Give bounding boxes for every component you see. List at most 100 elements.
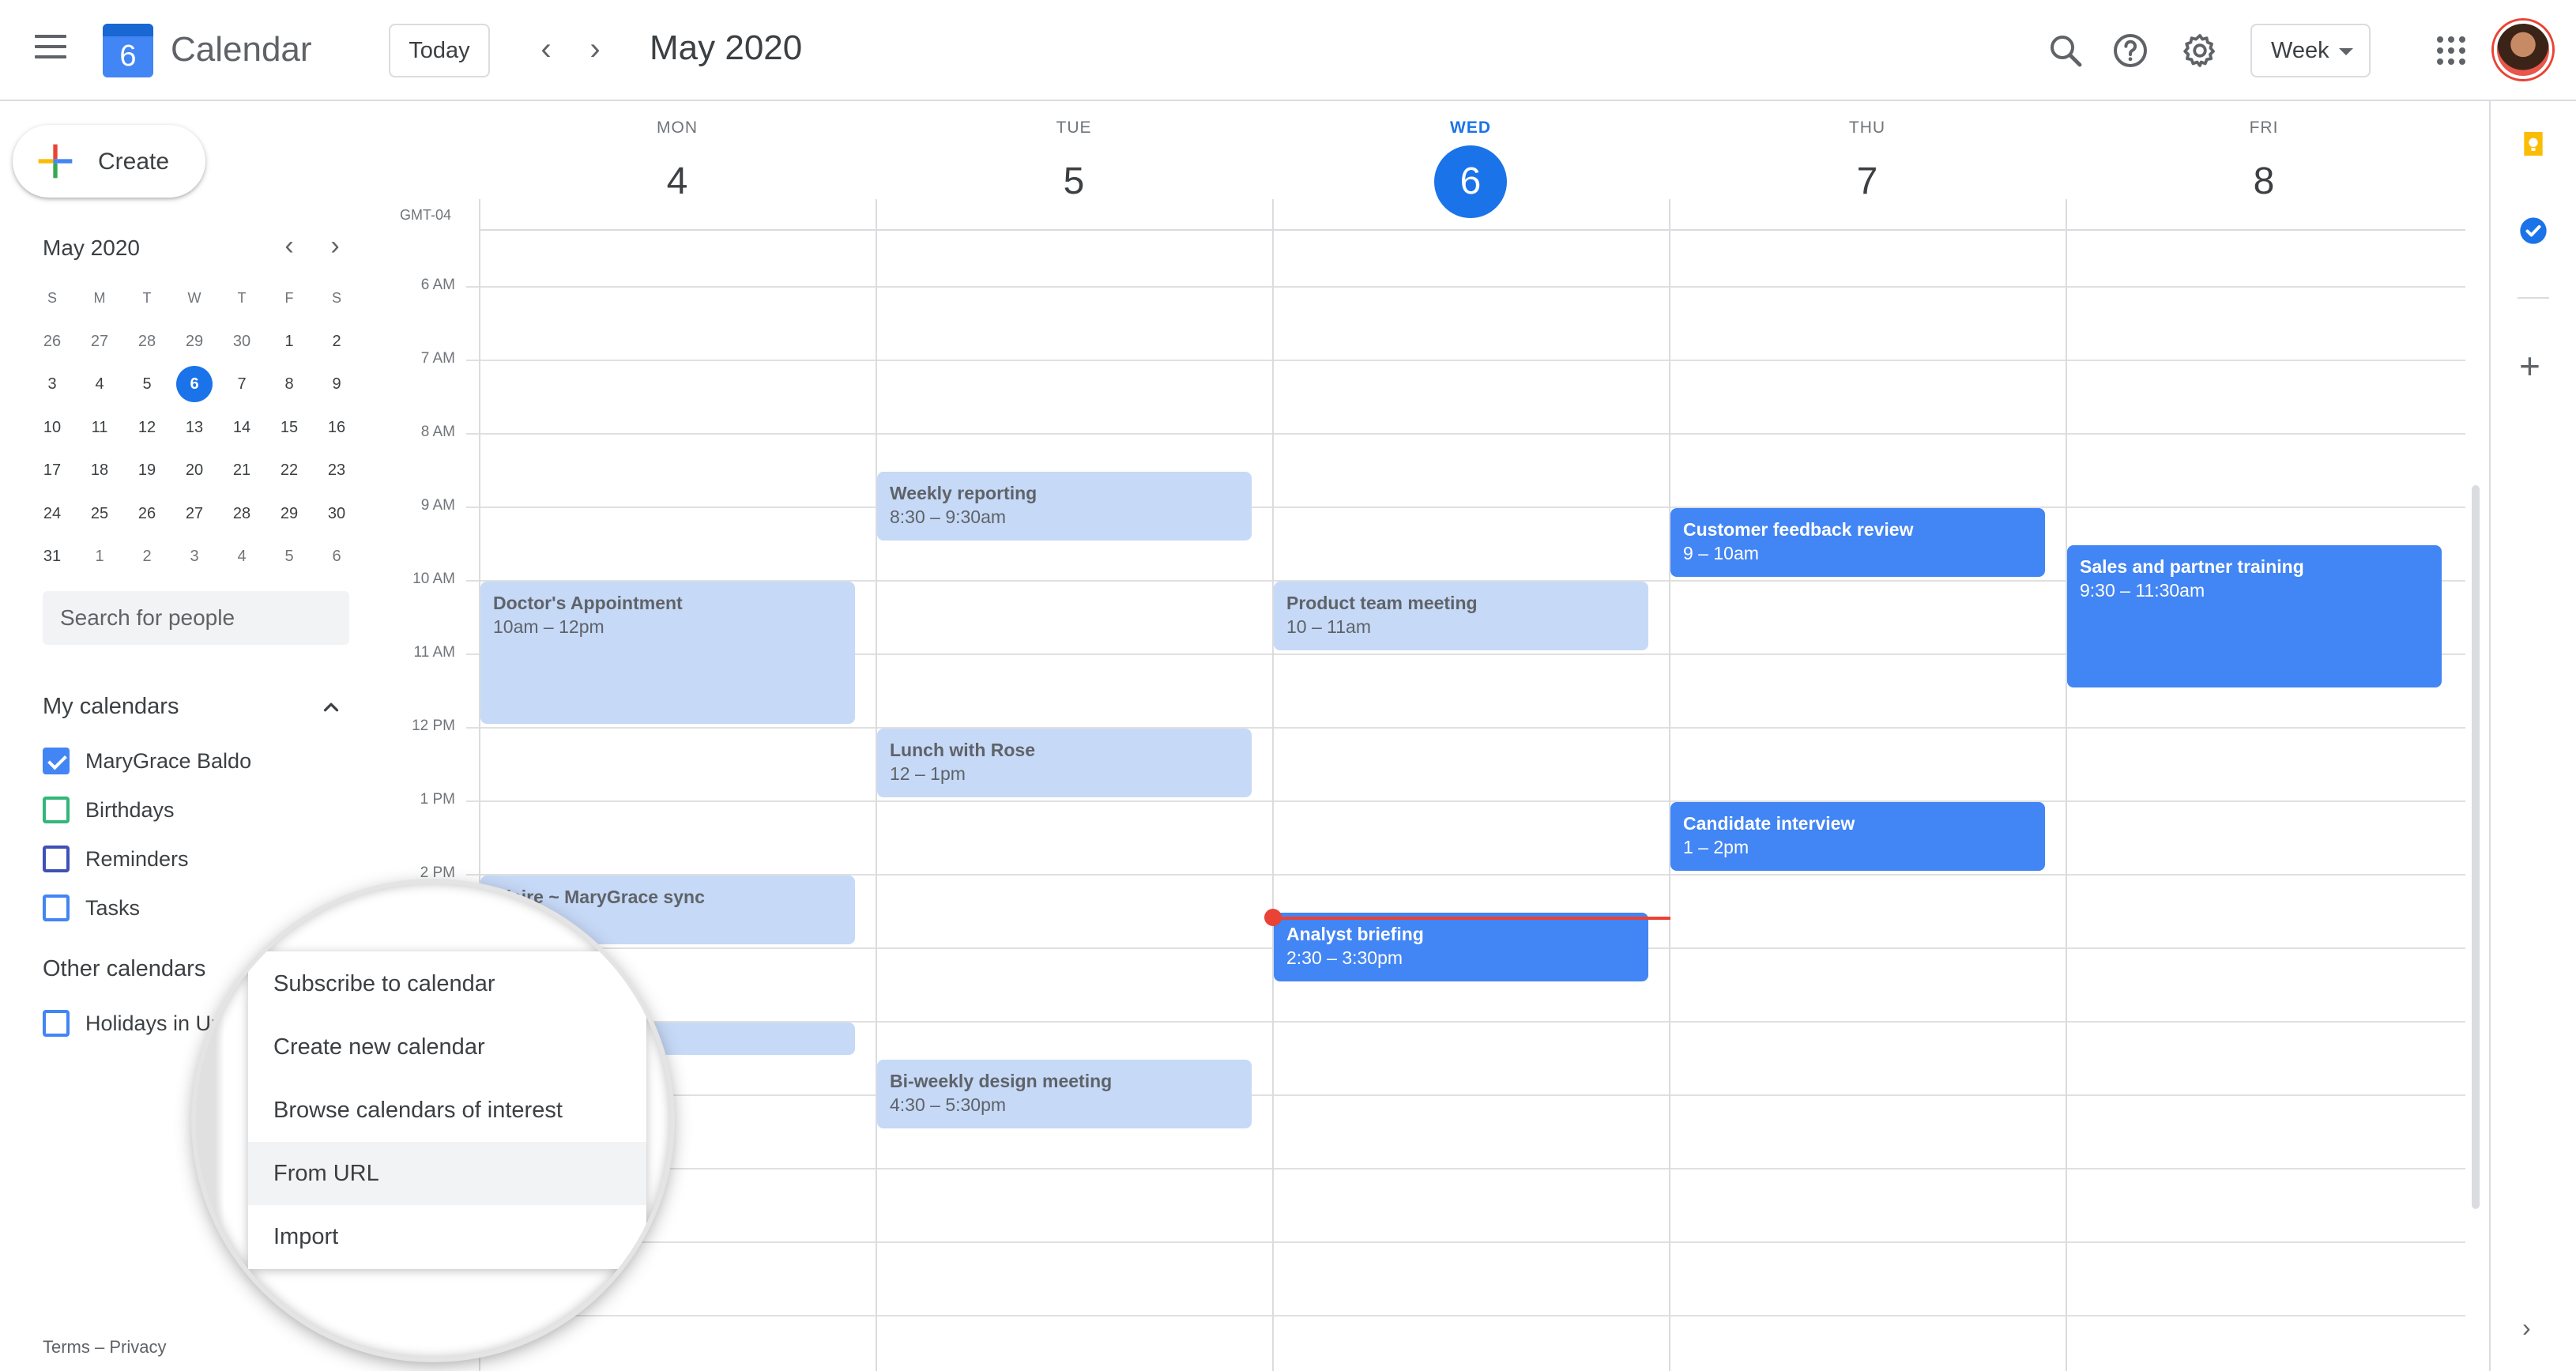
day-number[interactable]: 5 (1038, 145, 1110, 218)
day-name: TUE (1056, 119, 1092, 137)
calendar-checkbox[interactable] (43, 1010, 70, 1037)
mini-calendar-day[interactable]: 20 (171, 449, 218, 492)
mini-calendar-day[interactable]: 5 (266, 535, 313, 578)
calendar-event[interactable]: Lunch with Rose 12 – 1pm (877, 729, 1252, 797)
event-time: 10 – 11am (1286, 616, 1371, 637)
mini-calendar-day[interactable]: 21 (218, 449, 266, 492)
mini-calendar-day[interactable]: 4 (218, 535, 266, 578)
mini-calendar-day[interactable]: 3 (28, 363, 76, 406)
mini-calendar-next-button[interactable]: › (319, 231, 351, 262)
mini-calendar-day[interactable]: 28 (218, 492, 266, 536)
mini-calendar-day[interactable]: 14 (218, 406, 266, 450)
mini-calendar-day[interactable]: 18 (76, 449, 123, 492)
mini-calendar-day[interactable]: 19 (123, 449, 171, 492)
create-button[interactable]: Create (13, 125, 205, 198)
mini-calendar-day[interactable]: 5 (123, 363, 171, 406)
search-icon[interactable] (2047, 32, 2085, 70)
menu-item[interactable]: Import (248, 1205, 646, 1268)
mini-calendar-day[interactable]: 6 (171, 363, 218, 406)
calendar-checkbox[interactable] (43, 797, 70, 823)
chevron-up-icon[interactable] (319, 695, 343, 719)
my-calendars-heading[interactable]: My calendars (43, 694, 179, 720)
mini-calendar-day[interactable]: 7 (218, 363, 266, 406)
day-number[interactable]: 7 (1831, 145, 1904, 218)
menu-item[interactable]: Browse calendars of interest (248, 1079, 646, 1142)
search-people-input[interactable] (43, 591, 349, 645)
mini-calendar-day[interactable]: 8 (266, 363, 313, 406)
mini-calendar-weekday: T (237, 290, 247, 306)
calendar-event[interactable]: Product team meeting 10 – 11am (1274, 582, 1648, 650)
previous-week-button[interactable]: ‹ (526, 30, 566, 70)
next-week-button[interactable]: › (575, 30, 615, 70)
calendar-checkbox[interactable] (43, 895, 70, 921)
mini-calendar-day[interactable]: 24 (28, 492, 76, 536)
add-addon-icon[interactable]: + (2519, 348, 2540, 384)
mini-calendar-day-number: 28 (232, 504, 251, 522)
mini-calendar-day[interactable]: 30 (218, 320, 266, 363)
mini-calendar-day[interactable]: 30 (313, 492, 360, 536)
mini-calendar-day[interactable]: 27 (76, 320, 123, 363)
mini-calendar-day[interactable]: 11 (76, 406, 123, 450)
mini-calendar-day[interactable]: 13 (171, 406, 218, 450)
day-header: WED 6 (1272, 119, 1669, 218)
apps-grid-icon[interactable] (2437, 36, 2465, 65)
expand-panel-icon[interactable]: › (2522, 1313, 2531, 1343)
mini-calendar-grid: S M T W T F S 26 27 28 29 30 1 2 3 4 5 6 7 8 9 10 11 12 13 14 15 16… (28, 277, 360, 578)
calendar-checkbox[interactable] (43, 846, 70, 872)
mini-calendar-day[interactable]: 15 (266, 406, 313, 450)
mini-calendar-day[interactable]: 2 (313, 320, 360, 363)
mini-calendar-day-number: 19 (137, 461, 156, 479)
scrollbar[interactable] (2472, 485, 2480, 1209)
calendar-checkbox[interactable] (43, 748, 70, 774)
help-icon[interactable] (2111, 32, 2149, 70)
mini-calendar-day[interactable]: 6 (313, 535, 360, 578)
mini-calendar-day[interactable]: 2 (123, 535, 171, 578)
tasks-icon[interactable] (2518, 215, 2549, 247)
mini-calendar-day[interactable]: 17 (28, 449, 76, 492)
mini-calendar-day[interactable]: 31 (28, 535, 76, 578)
mini-calendar-day[interactable]: 3 (171, 535, 218, 578)
calendar-event[interactable]: Bi-weekly design meeting 4:30 – 5:30pm (877, 1059, 1252, 1128)
mini-calendar-day[interactable]: 26 (28, 320, 76, 363)
mini-calendar-day[interactable]: 4 (76, 363, 123, 406)
calendar-logo[interactable]: 6 (103, 24, 153, 77)
today-button[interactable]: Today (389, 24, 490, 77)
mini-calendar-prev-button[interactable]: ‹ (273, 231, 305, 262)
menu-item[interactable]: From URL (248, 1142, 646, 1205)
day-number[interactable]: 8 (2228, 145, 2300, 218)
account-avatar[interactable] (2494, 21, 2552, 79)
day-number[interactable]: 4 (641, 145, 714, 218)
mini-calendar-day-number: 23 (327, 461, 346, 479)
app-title[interactable]: Calendar (171, 30, 312, 70)
event-title: Doctor's Appointment (493, 593, 683, 613)
calendar-event[interactable]: Customer feedback review 9 – 10am (1670, 508, 2045, 577)
calendar-event[interactable]: Analyst briefing 2:30 – 3:30pm (1274, 912, 1648, 981)
mini-calendar-day[interactable]: 29 (171, 320, 218, 363)
mini-calendar-day[interactable]: 1 (76, 535, 123, 578)
mini-calendar-day[interactable]: 10 (28, 406, 76, 450)
menu-item[interactable]: Create new calendar (248, 1015, 646, 1079)
mini-calendar-day[interactable]: 29 (266, 492, 313, 536)
mini-calendar-day[interactable]: 22 (266, 449, 313, 492)
terms-privacy-links[interactable]: Terms – Privacy (43, 1337, 166, 1358)
view-selector[interactable]: Week (2250, 24, 2371, 77)
menu-icon[interactable] (35, 35, 66, 66)
calendar-event[interactable]: Sales and partner training 9:30 – 11:30am (2067, 544, 2442, 687)
mini-calendar-day[interactable]: 12 (123, 406, 171, 450)
mini-calendar-day[interactable]: 25 (76, 492, 123, 536)
calendar-event[interactable]: Candidate interview 1 – 2pm (1670, 802, 2045, 871)
calendar-event[interactable]: Weekly reporting 8:30 – 9:30am (877, 471, 1252, 540)
mini-calendar-day[interactable]: 1 (266, 320, 313, 363)
keep-icon[interactable] (2518, 128, 2549, 160)
calendar-event[interactable]: Doctor's Appointment 10am – 12pm (480, 582, 855, 724)
menu-item[interactable]: Subscribe to calendar (248, 952, 646, 1015)
mini-calendar-day-number: 31 (43, 548, 62, 565)
mini-calendar-day[interactable]: 27 (171, 492, 218, 536)
settings-icon[interactable] (2181, 32, 2219, 70)
mini-calendar-day[interactable]: 26 (123, 492, 171, 536)
mini-calendar-day[interactable]: 23 (313, 449, 360, 492)
mini-calendar-day[interactable]: 9 (313, 363, 360, 406)
day-number[interactable]: 6 (1434, 145, 1507, 218)
mini-calendar-day[interactable]: 28 (123, 320, 171, 363)
mini-calendar-day[interactable]: 16 (313, 406, 360, 450)
